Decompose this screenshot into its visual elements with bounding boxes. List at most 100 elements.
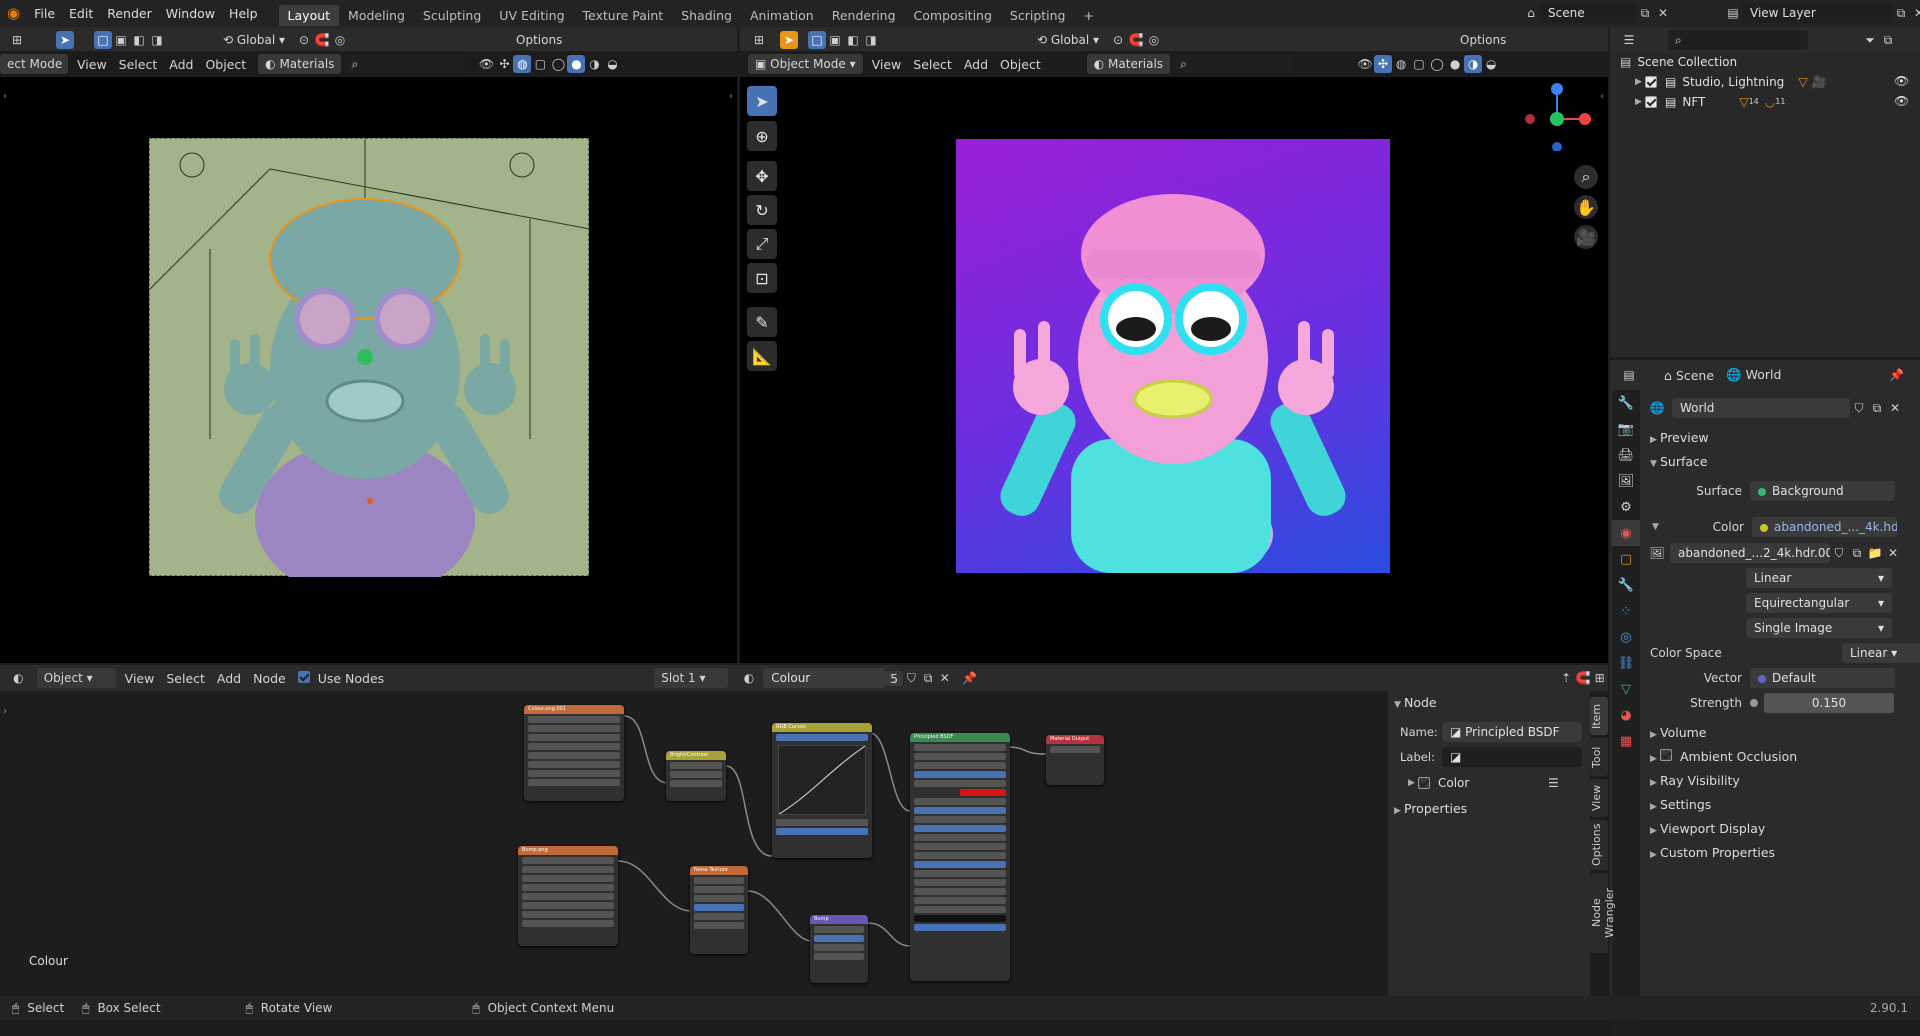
right-select-menu[interactable]: Select [907,57,958,72]
node-material-output[interactable]: Material Output [1046,735,1104,785]
node-rgb-curves[interactable]: RGB Curves [772,723,872,858]
expand-icon-nft[interactable]: ▶ [1635,92,1645,112]
surface-shader-field[interactable]: Background [1750,481,1895,501]
sidebar-tab-node-wrangler[interactable]: Node Wrangler [1590,873,1616,953]
section-volume[interactable]: ▶ Volume [1650,722,1707,744]
material-unlink-icon[interactable]: ✕ [936,669,953,687]
new-view-layer-icon[interactable]: ⧉ [1892,4,1910,22]
node-label-field[interactable]: ◪ [1442,747,1582,767]
node-noise-texture[interactable]: Noise Texture [690,866,748,954]
image-name-field[interactable]: abandoned_...2_4k.hdr.001 [1670,543,1830,563]
menu-render[interactable]: Render [100,0,159,27]
node-bright-contrast[interactable]: Bright/Contrast [666,751,726,801]
node-bump-image[interactable]: Bump.png [518,846,618,946]
snap-icon[interactable]: 🧲 [313,31,331,49]
output-tab-icon[interactable]: 🖨 [1612,442,1640,468]
section-preview[interactable]: ▶ Preview [1650,427,1709,449]
menu-edit[interactable]: Edit [62,0,100,27]
ao-checkbox[interactable] [1660,749,1672,761]
world-tab-icon[interactable]: ◉ [1612,520,1640,546]
tool-measure[interactable]: 📐 [747,341,777,371]
strength-slider[interactable]: 0.150 [1764,693,1894,713]
solid-shading-icon[interactable]: ● [567,55,586,73]
select-mode-extend-icon[interactable]: ▣ [112,31,130,49]
tool-tab-icon[interactable]: 🔧 [1612,390,1640,416]
editor-type-icon[interactable]: ⊞ [8,31,26,49]
left-add-menu[interactable]: Add [163,57,199,72]
tab-uv-editing[interactable]: UV Editing [490,5,573,26]
node-name-field[interactable]: ◪ Principled BSDF [1442,722,1582,742]
visibility-icon-right[interactable]: 👁 [1356,55,1374,73]
left-mode-dropdown[interactable]: ect Mode [0,54,68,74]
right-add-menu[interactable]: Add [958,57,994,72]
scene-tab-icon[interactable]: ⚙ [1612,494,1640,520]
tab-layout[interactable]: Layout [278,4,340,26]
pivot-icon[interactable]: ⊙ [295,31,313,49]
right-mode-dropdown[interactable]: ▣ Object Mode ▾ [748,54,863,74]
proportional-icon[interactable]: ◎ [331,31,349,49]
world-name-field[interactable]: World [1672,398,1850,418]
section-settings[interactable]: ▶ Settings [1650,794,1711,816]
right-options-dropdown[interactable]: Options [1453,30,1513,50]
tab-scripting[interactable]: Scripting [1001,5,1075,26]
tool-scale[interactable]: ⤢ [747,229,777,259]
node-color-checkbox[interactable] [1418,777,1430,789]
color-space-dropdown[interactable]: Linear ▾ [1842,643,1920,663]
snap-node-icon[interactable]: 🧲 [1575,669,1592,687]
sidebar-tab-tool[interactable]: Tool [1590,738,1608,776]
select-invert-icon-right[interactable]: ◨ [862,31,880,49]
select-mode-invert-icon[interactable]: ◨ [148,31,166,49]
node-menu[interactable]: Node [247,671,292,686]
node-canvas[interactable]: Colour.png.001 Bright/Contrast RGB Curve… [0,691,1388,996]
material-browse-icon[interactable]: ◐ [741,669,758,687]
transform-orientation-right[interactable]: ⟲ Global ▾ [1030,30,1106,50]
source-dropdown[interactable]: Single Image ▾ [1746,618,1892,638]
select-mode-subtract-icon[interactable]: ◧ [130,31,148,49]
select-mode-new-icon[interactable]: □ [94,31,112,49]
particles-tab-icon[interactable]: ⁘ [1612,598,1640,624]
select-subtract-icon-right[interactable]: ◧ [844,31,862,49]
left-expand-arrow-icon[interactable]: › [3,91,7,102]
node-panel-header[interactable]: ▼ Node [1394,695,1437,710]
material-icon-right[interactable]: ◑ [1464,55,1483,73]
sidebar-tab-view[interactable]: View [1590,779,1608,817]
left-object-menu[interactable]: Object [199,57,252,72]
include-checkbox-nft[interactable] [1645,96,1657,108]
visibility-eye-icon[interactable]: 👁 [1894,74,1909,88]
include-checkbox[interactable] [1645,76,1657,88]
toolbar-expand-arrow-icon[interactable]: › [3,706,7,717]
color-expand-icon[interactable]: ▼ [1652,522,1662,532]
select-new-icon-right[interactable]: □ [808,31,826,49]
new-collection-icon[interactable]: ⧉ [1879,31,1897,49]
image-duplicate-icon[interactable]: ⧉ [1848,544,1866,562]
section-custom-properties[interactable]: ▶ Custom Properties [1650,842,1775,864]
left-search-field[interactable]: ⌕ [344,54,465,74]
gizmo-icon-right[interactable]: ✣ [1374,55,1393,73]
right-sidebar-arrow-icon[interactable]: ‹ [1600,91,1604,102]
parent-tree-icon[interactable]: ⇡ [1558,669,1575,687]
tool-select-box[interactable]: ➤ [747,86,777,116]
scene-selector[interactable]: Scene [1540,3,1636,23]
data-tab-icon[interactable]: ▽ [1612,676,1640,702]
visibility-eye-icon-nft[interactable]: 👁 [1894,94,1909,108]
right-materials-dropdown[interactable]: ◐ Materials [1086,54,1171,74]
left-sidebar-arrow-icon[interactable]: ‹ [729,91,733,102]
left-select-menu[interactable]: Select [113,57,164,72]
material-shading-icon[interactable]: ◑ [585,55,603,73]
node-editor-type-icon[interactable]: ◐ [10,669,27,687]
select-tool-icon-right[interactable]: ➤ [780,31,798,49]
use-nodes-checkbox[interactable] [297,670,310,683]
tab-shading[interactable]: Shading [672,5,741,26]
left-options-dropdown[interactable]: Options [509,30,569,50]
interpolation-dropdown[interactable]: Linear ▾ [1746,568,1892,588]
outliner-row-nft[interactable]: ▶ ▤ NFT ▽ 14 ◡ 11 [1635,92,1785,112]
color-input-field[interactable]: abandoned_..._4k.hdr.001 [1752,517,1897,537]
sidebar-tab-options[interactable]: Options [1590,820,1608,870]
tab-compositing[interactable]: Compositing [905,5,1001,26]
object-tab-icon[interactable]: ▢ [1612,546,1640,572]
node-select-menu[interactable]: Select [160,671,211,686]
blender-logo-icon[interactable]: ◉ [0,0,27,27]
image-unlink-icon[interactable]: ✕ [1884,544,1902,562]
sidebar-tab-item[interactable]: Item [1590,697,1608,735]
tool-cursor[interactable]: ⊕ [747,121,777,151]
